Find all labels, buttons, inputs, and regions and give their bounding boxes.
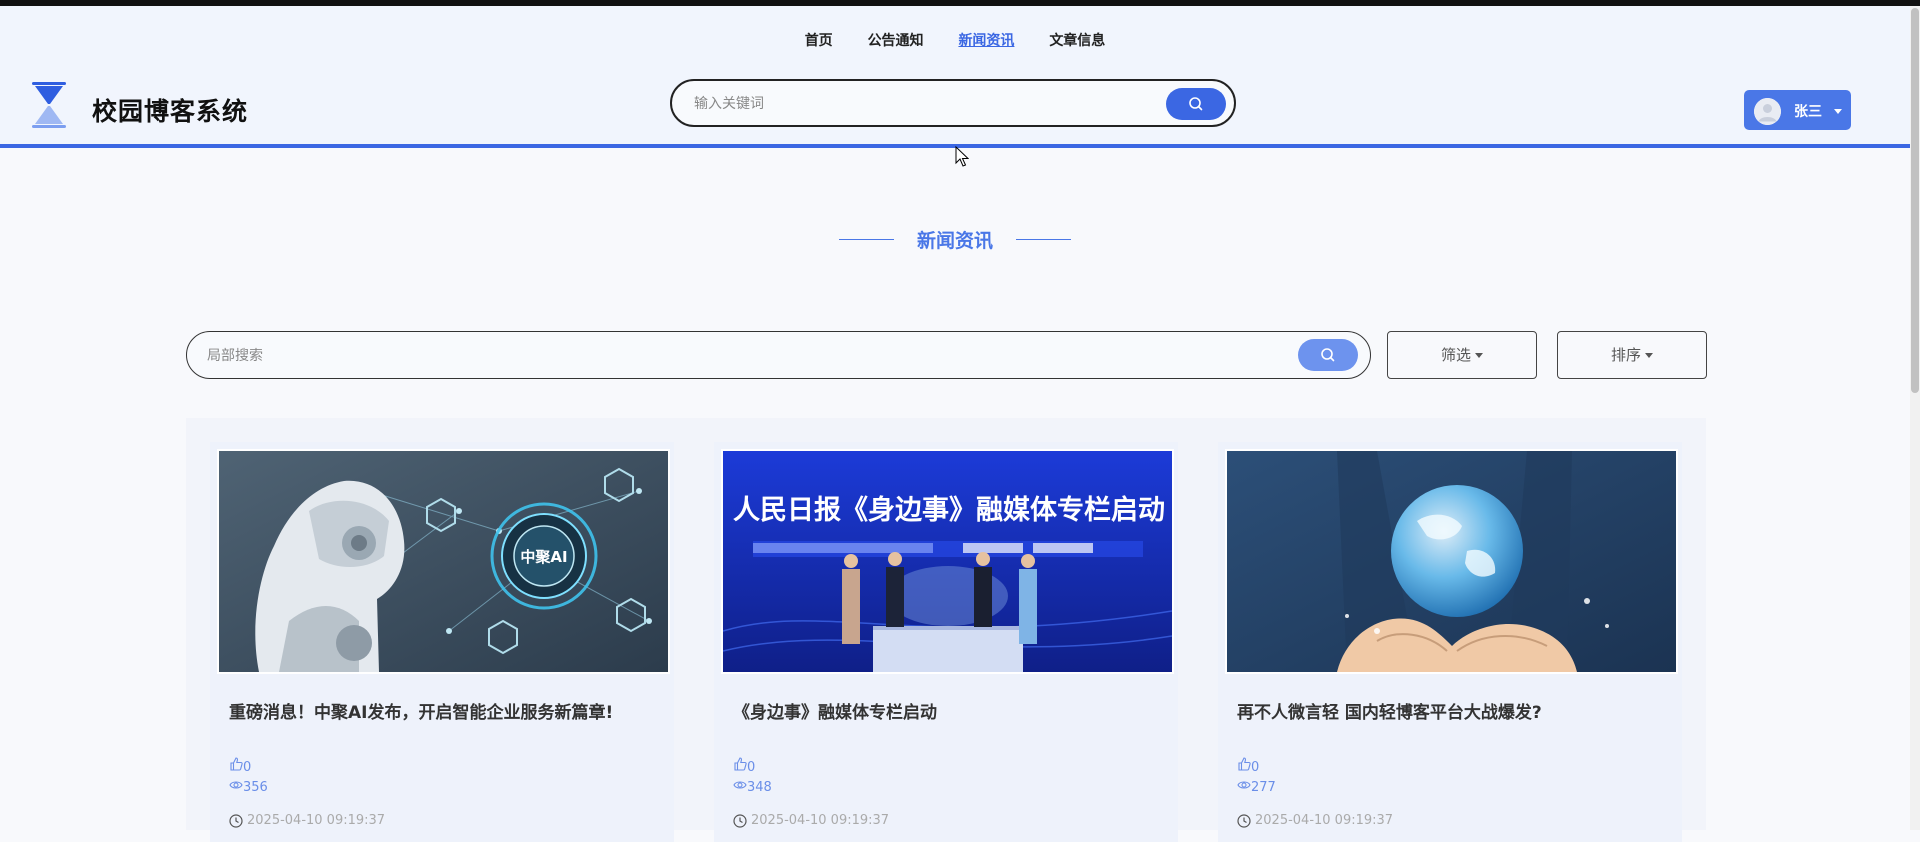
mouse-cursor-icon bbox=[955, 145, 970, 172]
nav-item-home[interactable]: 首页 bbox=[805, 30, 833, 50]
news-card-image[interactable]: 人民日报《身边事》融媒体专栏启动 bbox=[721, 449, 1174, 674]
filter-dropdown-button[interactable]: 筛选 bbox=[1387, 331, 1537, 379]
nav-item-articles[interactable]: 文章信息 bbox=[1049, 30, 1105, 50]
search-icon bbox=[1189, 97, 1203, 111]
clock-icon bbox=[733, 813, 747, 828]
site-header: 首页 公告通知 新闻资讯 文章信息 校园博客系统 输入关键词 张三 bbox=[0, 6, 1910, 148]
header-search-box bbox=[670, 79, 1236, 127]
clock-icon bbox=[1237, 813, 1251, 828]
thumbs-up-icon bbox=[734, 757, 747, 771]
chevron-down-icon bbox=[1834, 109, 1842, 114]
news-card-title[interactable]: 再不人微言轻 国内轻博客平台大战爆发? bbox=[1237, 698, 1667, 723]
news-card-title[interactable]: 《身边事》融媒体专栏启动 bbox=[733, 698, 1163, 723]
user-avatar-icon bbox=[1754, 98, 1781, 125]
views-count: 348 bbox=[733, 779, 772, 795]
eye-icon bbox=[733, 781, 747, 789]
news-card[interactable]: 中聚AI 重磅消息！中聚AI发布，开启智能企业服务新篇章! 0 356 2025… bbox=[210, 442, 674, 842]
top-nav: 首页 公告通知 新闻资讯 文章信息 bbox=[0, 30, 1910, 50]
news-card-title[interactable]: 重磅消息！中聚AI发布，开启智能企业服务新篇章! bbox=[229, 698, 659, 723]
nav-item-notices[interactable]: 公告通知 bbox=[868, 30, 924, 50]
news-card-image[interactable] bbox=[1225, 449, 1678, 674]
caret-down-icon bbox=[1645, 353, 1653, 358]
likes-count: 0 bbox=[1237, 757, 1259, 775]
site-title: 校园博客系统 bbox=[92, 97, 249, 126]
clock-icon bbox=[229, 813, 243, 828]
avatar bbox=[1754, 98, 1781, 125]
header-search-input[interactable] bbox=[692, 91, 1136, 117]
user-name: 张三 bbox=[1794, 104, 1822, 120]
likes-count: 0 bbox=[733, 757, 755, 775]
search-icon bbox=[1321, 348, 1335, 362]
eye-icon bbox=[229, 781, 243, 789]
views-count: 356 bbox=[229, 779, 268, 795]
publish-time: 2025-04-10 09:19:37 bbox=[229, 813, 385, 828]
user-menu-button[interactable]: 张三 bbox=[1744, 90, 1851, 130]
views-count: 277 bbox=[1237, 779, 1276, 795]
scrollbar-thumb[interactable] bbox=[1911, 8, 1919, 393]
thumbs-up-icon bbox=[230, 757, 243, 771]
caret-down-icon bbox=[1475, 353, 1483, 358]
news-image-text: 人民日报《身边事》融媒体专栏启动 bbox=[733, 494, 1165, 526]
thumbs-up-icon bbox=[1238, 757, 1251, 771]
news-image-text: 中聚AI bbox=[520, 548, 567, 566]
section-title: 新闻资讯 bbox=[916, 230, 993, 252]
publish-time: 2025-04-10 09:19:37 bbox=[1237, 813, 1393, 828]
news-grid: 中聚AI 重磅消息！中聚AI发布，开启智能企业服务新篇章! 0 356 2025… bbox=[186, 418, 1706, 842]
local-search-button[interactable] bbox=[1298, 339, 1358, 371]
publish-time: 2025-04-10 09:19:37 bbox=[733, 813, 889, 828]
filter-label: 筛选 bbox=[1440, 346, 1471, 364]
likes-count: 0 bbox=[229, 757, 251, 775]
news-card[interactable]: 再不人微言轻 国内轻博客平台大战爆发? 0 277 2025-04-10 09:… bbox=[1218, 442, 1682, 842]
heading-divider-left bbox=[838, 239, 894, 240]
page-scrollbar[interactable] bbox=[1910, 6, 1920, 830]
header-search-button[interactable] bbox=[1166, 88, 1226, 120]
sort-dropdown-button[interactable]: 排序 bbox=[1557, 331, 1707, 379]
local-search-input[interactable] bbox=[205, 344, 1209, 368]
local-search-box bbox=[186, 331, 1371, 379]
heading-divider-right bbox=[1016, 239, 1072, 240]
news-card-image[interactable]: 中聚AI bbox=[217, 449, 670, 674]
section-heading: 新闻资讯 bbox=[0, 226, 1910, 253]
eye-icon bbox=[1237, 781, 1251, 789]
hourglass-logo-icon bbox=[28, 80, 70, 130]
nav-item-news[interactable]: 新闻资讯 bbox=[958, 30, 1014, 50]
sort-label: 排序 bbox=[1610, 346, 1641, 364]
news-card[interactable]: 人民日报《身边事》融媒体专栏启动 《身边事》融媒体专栏启动 0 348 2025… bbox=[714, 442, 1178, 842]
